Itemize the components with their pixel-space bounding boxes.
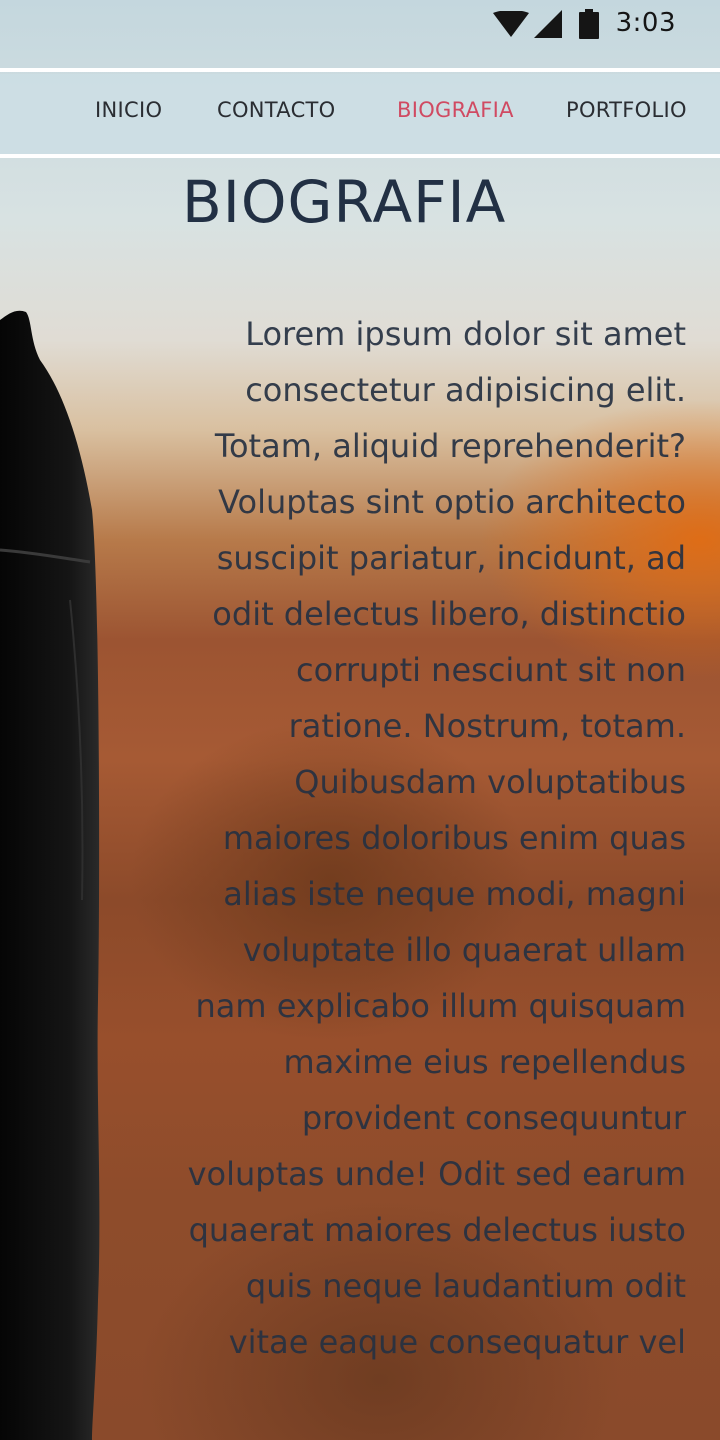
bio-line: Lorem ipsum dolor sit amet: [245, 315, 686, 353]
bio-line: voluptate illo quaerat ullam: [242, 931, 686, 969]
bio-line: Quibusdam voluptatibus: [294, 763, 686, 801]
nav-item-inicio[interactable]: INICIO: [95, 98, 162, 122]
bio-line: provident consequuntur: [301, 1099, 686, 1137]
bio-line: consectetur adipisicing elit.: [245, 371, 686, 409]
bio-line: corrupti nesciunt sit non: [296, 651, 686, 689]
battery-icon: [579, 9, 599, 39]
nav-bottom-border: [0, 154, 720, 158]
wifi-icon: [493, 11, 529, 37]
bio-line: quis neque laudantium odit: [245, 1267, 686, 1305]
bio-line: suscipit pariatur, incidunt, ad: [216, 539, 686, 577]
bio-line: Totam, aliquid reprehenderit?: [214, 427, 686, 465]
bio-line: odit delectus libero, distinctio: [212, 595, 686, 633]
status-bar: 3:03: [0, 0, 720, 48]
bio-line: alias iste neque modi, magni: [223, 875, 686, 913]
bio-line: quaerat maiores delectus iusto: [188, 1211, 686, 1249]
bio-line: maiores doloribus enim quas: [222, 819, 686, 857]
status-time: 3:03: [615, 8, 676, 38]
bio-line: vitae eaque consequatur vel: [228, 1323, 686, 1361]
camera-silhouette: [0, 310, 100, 1440]
signal-icon: [534, 10, 562, 38]
bio-text: Lorem ipsum dolor sit amet consectetur a…: [118, 306, 686, 1370]
nav-item-contacto[interactable]: CONTACTO: [217, 98, 336, 122]
nav-top-border: [0, 68, 720, 72]
bio-line: ratione. Nostrum, totam.: [288, 707, 686, 745]
nav-item-portfolio[interactable]: PORTFOLIO: [566, 98, 687, 122]
page-title: BIOGRAFIA: [182, 168, 507, 236]
bio-line: maxime eius repellendus: [283, 1043, 687, 1081]
bio-line: voluptas unde! Odit sed earum: [187, 1155, 686, 1193]
bio-line: Voluptas sint optio architecto: [218, 483, 686, 521]
nav-item-biografia[interactable]: BIOGRAFIA: [397, 98, 514, 122]
bio-line: nam explicabo illum quisquam: [195, 987, 686, 1025]
